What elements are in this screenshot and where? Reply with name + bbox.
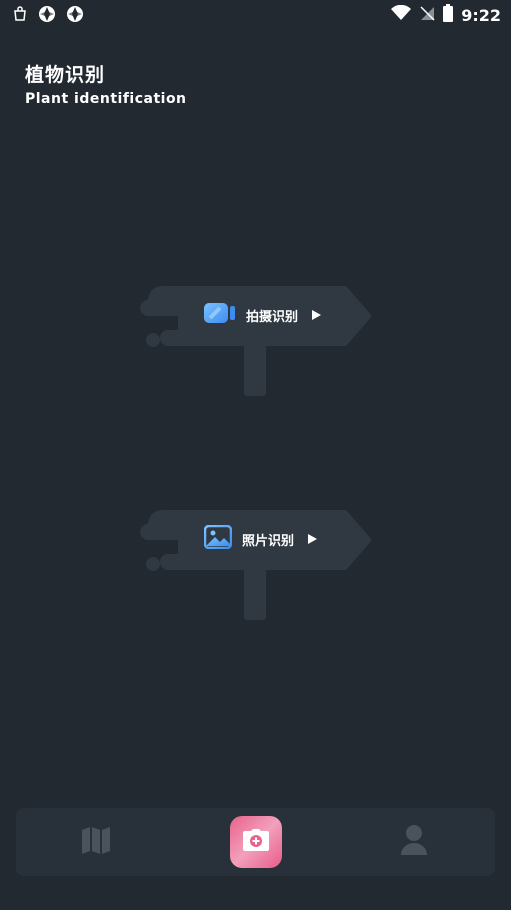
play-arrow-icon (308, 534, 318, 544)
bag-notification-icon (12, 6, 28, 26)
image-icon (203, 524, 233, 553)
capture-identify-content: 拍摄识别 (204, 300, 322, 330)
person-icon (400, 824, 428, 860)
app-screen: 9:22 植物识别 Plant identification 拍摄识别 照片识别 (0, 0, 511, 910)
play-arrow-icon (312, 310, 322, 320)
map-icon (80, 824, 112, 860)
status-bar: 9:22 (0, 0, 511, 28)
status-time: 9:22 (461, 5, 501, 25)
aperture-icon (66, 5, 84, 27)
status-right-icons: 9:22 (391, 4, 501, 26)
photo-identify-label: 照片识别 (242, 533, 295, 549)
nav-profile-button[interactable] (384, 808, 444, 876)
capture-identify-button[interactable]: 拍摄识别 (138, 284, 374, 396)
capture-identify-label: 拍摄识别 (246, 309, 299, 325)
no-signal-icon (419, 5, 435, 25)
status-left-icons (12, 5, 84, 27)
battery-icon (443, 4, 454, 26)
camera-plus-icon (242, 828, 270, 856)
wifi-icon (391, 4, 412, 25)
photo-identify-button[interactable]: 照片识别 (138, 508, 374, 620)
page-title: 植物识别 (25, 64, 106, 86)
bottom-nav (16, 808, 495, 876)
aperture-icon (38, 5, 56, 27)
photo-identify-content: 照片识别 (203, 524, 318, 554)
nav-map-button[interactable] (66, 808, 126, 876)
page-subtitle: Plant identification (25, 91, 187, 107)
camera-add-button[interactable] (230, 816, 282, 868)
video-camera-icon (204, 302, 236, 328)
